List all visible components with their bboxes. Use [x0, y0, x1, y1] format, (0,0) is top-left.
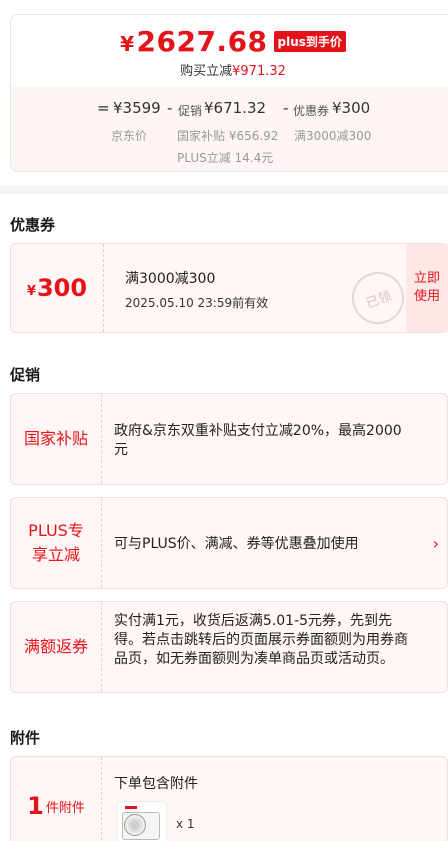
- plus-reduce-label: PLUS立减 14.4元: [177, 151, 274, 165]
- jd-price: ¥3599: [113, 99, 161, 117]
- promo-label: 满额返券: [11, 602, 102, 692]
- promo-item-plus-reduce[interactable]: PLUS专 享立减 可与PLUS价、满减、券等优惠叠加使用 ›: [10, 497, 448, 589]
- use-coupon-button[interactable]: 立即 使用: [406, 244, 448, 332]
- final-price: ¥2627.68: [120, 25, 268, 58]
- promo-label: PLUS专 享立减: [11, 498, 102, 588]
- price-breakdown: = ¥3599 - 促销 ¥671.32 - 优惠券 ¥300 京东价 国家补贴…: [11, 87, 448, 171]
- coupon-amount: ¥300: [332, 99, 371, 117]
- promo-label: 国家补贴: [11, 394, 102, 484]
- coupon-label: 优惠券: [293, 104, 330, 118]
- price-card: ¥2627.68 plus到手价 购买立减¥971.32 = ¥3599 - 促…: [10, 14, 448, 172]
- coupon-section-title: 优惠券: [10, 216, 56, 234]
- promo-item-national-subsidy[interactable]: 国家补贴 政府&京东双重补贴支付立减20%，最高2000元: [10, 393, 448, 485]
- minus-sign-2: -: [283, 99, 289, 117]
- equals-sign: =: [97, 99, 110, 117]
- fan-icon: [124, 814, 146, 836]
- buy-reduce-line: 购买立减¥971.32: [180, 64, 286, 79]
- coupon-validity: 2025.05.10 23:59前有效: [125, 296, 269, 310]
- attachment-count: 1 件附件: [11, 757, 102, 841]
- chevron-right-icon[interactable]: ›: [433, 534, 439, 553]
- section-divider: [0, 186, 448, 194]
- promo-item-return-coupon[interactable]: 满额返券 实付满1元，收货后返满5.01-5元券，先到先得。若点击跳转后的页面展…: [10, 601, 448, 693]
- minus-sign: -: [167, 99, 173, 117]
- attachment-card[interactable]: 1 件附件 下单包含附件 x 1: [10, 756, 448, 841]
- full-reduce-label: 满3000减300: [294, 129, 372, 143]
- coupon-condition: 满3000减300: [125, 271, 216, 287]
- promo-text: 实付满1元，收货后返满5.01-5元券，先到先得。若点击跳转后的页面展示券面额则…: [114, 613, 408, 667]
- promo-text: 政府&京东双重补贴支付立减20%，最高2000元: [114, 423, 402, 458]
- promo-section-title: 促销: [10, 366, 41, 384]
- product-promotions-page: ¥2627.68 plus到手价 购买立减¥971.32 = ¥3599 - 促…: [0, 0, 448, 841]
- subsidy-label: 国家补贴 ¥656.92: [177, 129, 279, 143]
- coupon-value: ¥300: [11, 244, 104, 332]
- promo-text: 可与PLUS价、满减、券等优惠叠加使用: [114, 536, 359, 552]
- plus-price-badge: plus到手价: [273, 31, 346, 52]
- attachment-qty: x 1: [176, 817, 195, 831]
- jd-price-label: 京东价: [111, 129, 148, 143]
- attachment-heading: 下单包含附件: [114, 776, 198, 792]
- attachment-section-title: 附件: [10, 729, 41, 747]
- ac-outdoor-unit-thumbnail[interactable]: [117, 801, 167, 841]
- promo-amount: ¥671.32: [204, 99, 267, 117]
- promo-label: 促销: [178, 104, 203, 118]
